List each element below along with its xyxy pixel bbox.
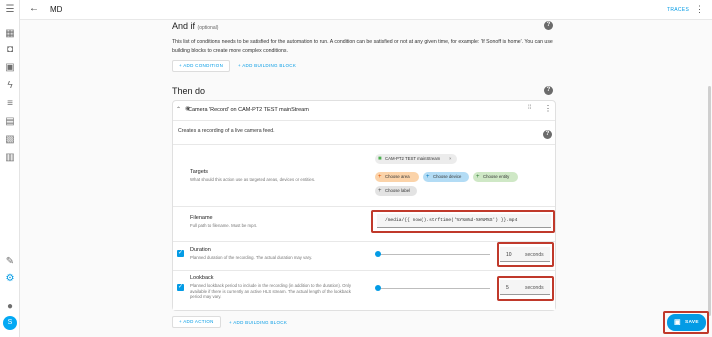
lookback-slider[interactable] — [378, 288, 490, 289]
energy-icon[interactable]: ϟ — [4, 80, 16, 92]
divider — [173, 120, 555, 121]
plus-icon: + — [476, 174, 480, 180]
plus-icon: + — [378, 188, 382, 194]
back-arrow-icon[interactable]: ← — [29, 3, 39, 14]
scrollbar[interactable] — [708, 86, 711, 316]
person-icon[interactable]: ▣ — [4, 62, 16, 74]
page-title: MD — [50, 5, 63, 14]
developer-tools-icon[interactable]: ✎ — [4, 256, 16, 268]
and-if-heading: And if (optional) — [172, 21, 219, 31]
add-building-block-action-button[interactable]: + ADD BUILDING BLOCK — [229, 320, 287, 325]
history-icon[interactable]: ▤ — [4, 116, 16, 128]
choose-entity-button[interactable]: + Choose entity — [473, 172, 518, 182]
choose-area-button[interactable]: + Choose area — [375, 172, 419, 182]
top-bar: ← MD TRACES ⋮ — [20, 0, 712, 20]
collapse-chevron-icon[interactable]: ⌃ — [176, 106, 181, 113]
filename-label: Filename — [190, 215, 213, 221]
overview-icon[interactable]: ▦ — [4, 28, 16, 40]
add-building-block-condition-button[interactable]: + ADD BUILDING BLOCK — [238, 63, 296, 68]
then-do-help-icon[interactable]: ? — [544, 86, 553, 95]
save-highlight — [663, 311, 709, 334]
action-description: Creates a recording of a live camera fee… — [178, 128, 275, 134]
and-if-description: This list of conditions needs to be sati… — [172, 39, 553, 54]
duration-hint: Planned duration of the recording. The a… — [190, 255, 313, 260]
lookback-checkbox[interactable]: ✓ — [177, 284, 184, 291]
targets-label: Targets — [190, 169, 209, 175]
menu-icon[interactable]: ☰ — [4, 4, 16, 16]
camera-icon[interactable]: ◘ — [4, 44, 16, 56]
duration-slider-knob[interactable] — [375, 251, 381, 257]
choose-label-button[interactable]: + Choose label — [375, 186, 417, 196]
choose-device-button[interactable]: + Choose device — [423, 172, 469, 182]
camera-chip-icon: ■ — [378, 156, 382, 162]
traces-button[interactable]: TRACES — [667, 7, 689, 13]
targets-hint: What should this action use as targeted … — [190, 177, 316, 182]
overflow-menu-icon[interactable]: ⋮ — [695, 4, 704, 15]
action-menu-icon[interactable]: ⋮ — [544, 104, 552, 113]
notifications-icon[interactable]: ● — [4, 301, 16, 313]
plus-icon: + — [426, 174, 430, 180]
lookback-label: Lookback — [190, 275, 214, 281]
filename-highlight — [371, 210, 555, 233]
then-do-heading: Then do — [172, 86, 206, 96]
duration-label: Duration — [190, 247, 211, 253]
lookback-highlight — [497, 276, 554, 301]
plus-icon: + — [378, 174, 382, 180]
target-chip[interactable]: ■ CAM-PT2 TEST mainStream × — [375, 154, 457, 164]
avatar[interactable]: S — [3, 316, 17, 330]
action-help-icon[interactable]: ? — [543, 130, 552, 139]
duration-checkbox[interactable]: ✓ — [177, 250, 184, 257]
lookback-slider-knob[interactable] — [375, 285, 381, 291]
duration-slider[interactable] — [378, 254, 490, 255]
todo-icon[interactable]: ▥ — [4, 152, 16, 164]
lookback-hint: Planned lookback period to include in th… — [190, 283, 351, 299]
optional-label: (optional) — [197, 25, 219, 31]
sidebar: ☰ ▦ ◘ ▣ ϟ ≡ ▤ ▧ ▥ ✎ ⚙ ● S — [0, 0, 20, 337]
add-action-button[interactable]: + ADD ACTION — [172, 316, 221, 328]
list-icon[interactable]: ≡ — [4, 98, 16, 110]
action-title[interactable]: Camera 'Record' on CAM-PT2 TEST mainStre… — [188, 107, 309, 113]
drag-handle-icon[interactable]: ⁞⁞ — [528, 105, 531, 111]
remove-chip-icon[interactable]: × — [449, 154, 452, 164]
settings-icon[interactable]: ⚙ — [4, 273, 16, 285]
duration-highlight — [497, 242, 554, 267]
add-condition-button[interactable]: + ADD CONDITION — [172, 60, 231, 72]
filename-hint: Full path to filename. Must be mp4. — [190, 223, 258, 228]
and-if-help-icon[interactable]: ? — [544, 21, 553, 30]
media-icon[interactable]: ▧ — [4, 134, 16, 146]
